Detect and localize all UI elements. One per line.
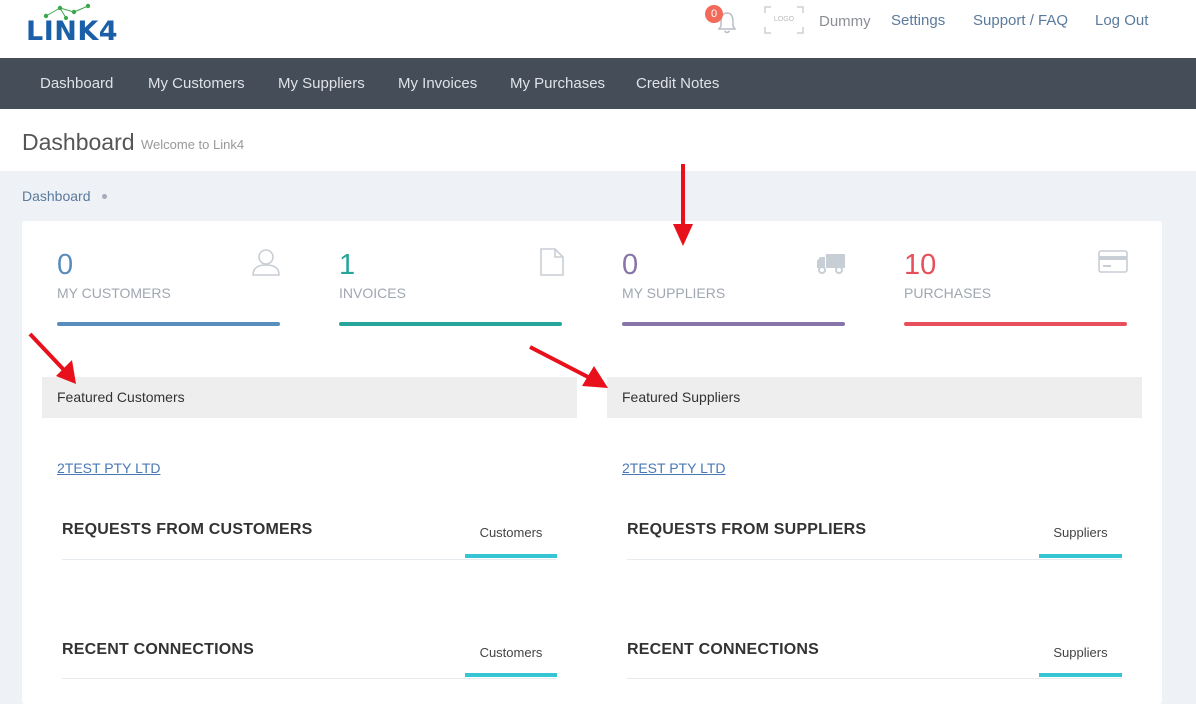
- stat-invoices[interactable]: 1 INVOICES: [339, 221, 564, 331]
- page-title: Dashboard: [22, 129, 135, 155]
- featured-customers-header: Featured Customers: [42, 377, 577, 418]
- stat-my-suppliers[interactable]: 0 MY SUPPLIERS: [622, 221, 846, 331]
- section-divider: [62, 678, 557, 679]
- stat-purchases[interactable]: 10 PURCHASES: [904, 221, 1128, 331]
- stat-progress-bar: [339, 322, 562, 326]
- featured-suppliers-title: Featured Suppliers: [622, 389, 741, 405]
- featured-suppliers-header: Featured Suppliers: [607, 377, 1142, 418]
- stat-label: PURCHASES: [904, 285, 992, 301]
- nav-credit-notes[interactable]: Credit Notes: [636, 75, 719, 92]
- stat-value: 1: [339, 249, 356, 281]
- annotation-arrow-featured-customers-icon: [28, 332, 76, 384]
- nav-my-suppliers[interactable]: My Suppliers: [278, 75, 365, 92]
- tab-active-indicator: [465, 673, 557, 677]
- logout-link[interactable]: Log Out: [1095, 12, 1148, 29]
- settings-link[interactable]: Settings: [891, 12, 945, 29]
- stat-progress-bar: [57, 322, 280, 326]
- nav-dashboard[interactable]: Dashboard: [40, 75, 113, 92]
- breadcrumb[interactable]: Dashboard: [22, 188, 91, 204]
- featured-customers-title: Featured Customers: [57, 389, 185, 405]
- annotation-arrow-featured-suppliers-icon: [529, 345, 608, 388]
- nav-my-customers[interactable]: My Customers: [148, 75, 245, 92]
- top-header: LINK4 0 LOGO Dummy Settings Support / FA…: [0, 0, 1196, 58]
- tab-active-indicator: [1039, 554, 1122, 558]
- truck-icon: [817, 254, 845, 274]
- annotation-arrow-down-icon: [673, 164, 693, 246]
- nav-my-invoices[interactable]: My Invoices: [398, 75, 477, 92]
- logo-placeholder-text: LOGO: [773, 16, 795, 23]
- notification-badge: 0: [705, 5, 723, 23]
- tab-active-indicator: [465, 554, 557, 558]
- user-name[interactable]: Dummy: [819, 13, 871, 30]
- featured-supplier-link[interactable]: 2TEST PTY LTD: [622, 460, 725, 476]
- stat-label: MY CUSTOMERS: [57, 285, 171, 301]
- main-navigation: Dashboard My Customers My Suppliers My I…: [0, 58, 1196, 109]
- page-title-bar: Dashboard Welcome to Link4: [0, 109, 1196, 171]
- stat-my-customers[interactable]: 0 MY CUSTOMERS: [57, 221, 281, 331]
- logo-text: LINK4: [26, 16, 119, 47]
- company-logo-placeholder: LOGO: [764, 6, 804, 34]
- credit-card-icon: [1098, 250, 1128, 273]
- featured-customer-link[interactable]: 2TEST PTY LTD: [57, 460, 160, 476]
- stat-label: MY SUPPLIERS: [622, 285, 726, 301]
- page-subtitle: Welcome to Link4: [141, 137, 245, 152]
- section-divider: [62, 559, 557, 560]
- stat-value: 10: [904, 249, 937, 281]
- requests-suppliers-title: REQUESTS FROM SUPPLIERS: [627, 521, 867, 538]
- stat-progress-bar: [904, 322, 1127, 326]
- tab-customers[interactable]: Customers: [465, 525, 557, 540]
- support-faq-link[interactable]: Support / FAQ: [973, 12, 1068, 29]
- section-divider: [627, 559, 1122, 560]
- requests-customers-title: REQUESTS FROM CUSTOMERS: [62, 521, 313, 538]
- stat-value: 0: [622, 249, 639, 281]
- recent-connections-customers-title: RECENT CONNECTIONS: [62, 641, 255, 658]
- recent-connections-suppliers-title: RECENT CONNECTIONS: [627, 641, 820, 658]
- tab-customers[interactable]: Customers: [465, 645, 557, 660]
- stat-progress-bar: [622, 322, 845, 326]
- tab-active-indicator: [1039, 673, 1122, 677]
- dashboard-card: 0 MY CUSTOMERS 1 INVOICES 0 MY SUPPLIERS…: [22, 221, 1162, 704]
- tab-suppliers[interactable]: Suppliers: [1039, 645, 1122, 660]
- section-divider: [627, 678, 1122, 679]
- nav-my-purchases[interactable]: My Purchases: [510, 75, 605, 92]
- link4-logo[interactable]: LINK4: [26, 2, 126, 52]
- tab-suppliers[interactable]: Suppliers: [1039, 525, 1122, 540]
- stat-label: INVOICES: [339, 285, 406, 301]
- user-icon: [252, 249, 280, 276]
- stat-value: 0: [57, 249, 74, 281]
- breadcrumb-separator: [102, 194, 107, 199]
- document-icon: [540, 248, 564, 276]
